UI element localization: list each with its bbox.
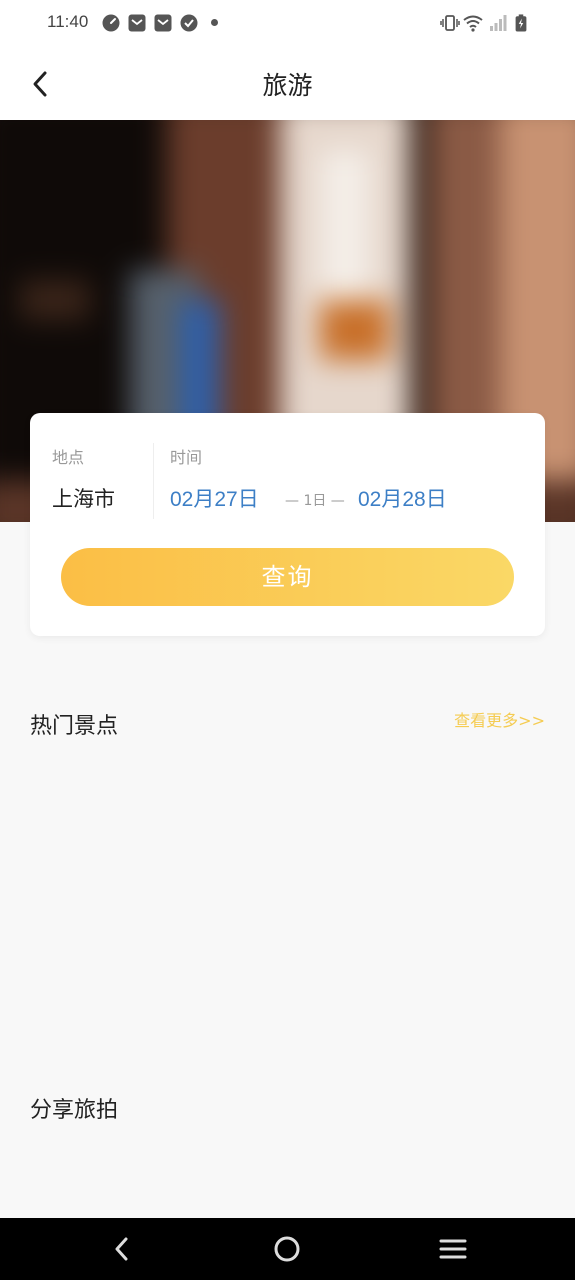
dot-icon (211, 19, 218, 26)
mail-icon (154, 14, 172, 32)
location-label: 地点 (52, 448, 85, 467)
nights-count: — 1日 — (285, 493, 345, 509)
page-title: 旅游 (262, 71, 313, 100)
system-home-button[interactable] (269, 1231, 305, 1267)
view-more-link[interactable]: 查看更多>> (454, 707, 545, 731)
vibrate-icon (440, 15, 460, 31)
status-bar: 11:40 (0, 0, 575, 48)
share-photos-title: 分享旅拍 (30, 1098, 119, 1123)
system-menu-button[interactable] (435, 1231, 471, 1267)
location-select[interactable]: 上海市 (52, 483, 115, 513)
end-date[interactable]: 02月28日 (358, 483, 447, 513)
divider (153, 443, 154, 519)
search-card: 地点 上海市 时间 02月27日 — 1日 — 02月28日 查询 (30, 413, 545, 636)
time-label: 时间 (170, 448, 203, 467)
speedometer-icon (102, 14, 120, 32)
query-button[interactable]: 查询 (61, 548, 514, 606)
hot-spots-title: 热门景点 (30, 714, 119, 739)
wifi-icon (463, 15, 483, 32)
system-back-button[interactable] (104, 1231, 140, 1267)
header: 旅游 (0, 48, 575, 120)
battery-charging-icon (515, 14, 527, 32)
back-icon (115, 1237, 128, 1261)
home-icon (274, 1236, 300, 1262)
mail-icon (128, 14, 146, 32)
check-circle-icon (180, 14, 198, 32)
signal-icon (490, 15, 507, 31)
status-time: 11:40 (47, 12, 89, 31)
system-nav-bar (0, 1218, 575, 1280)
menu-icon (439, 1239, 467, 1259)
start-date[interactable]: 02月27日 (170, 483, 259, 513)
